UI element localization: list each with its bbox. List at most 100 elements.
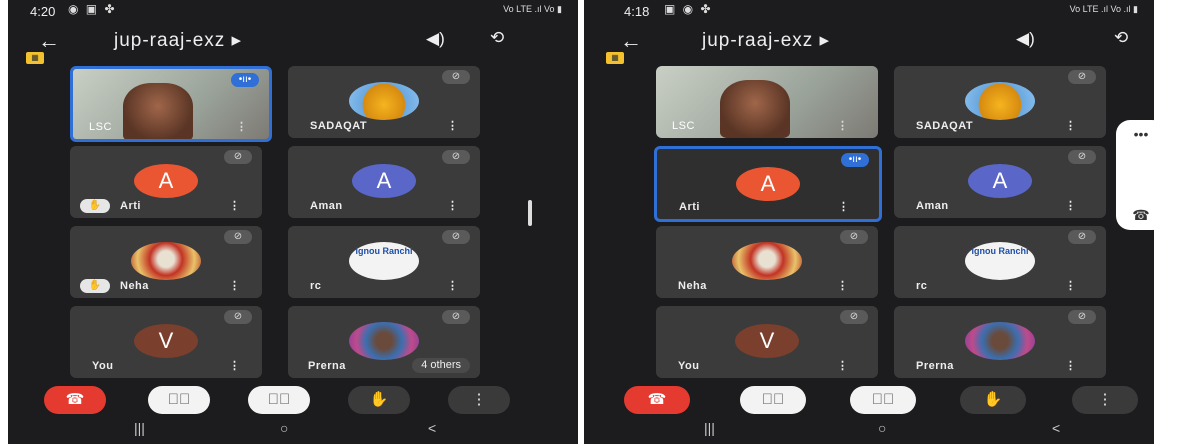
participant-name: SADAQAT xyxy=(916,120,974,132)
raise-hand-button[interactable]: ✋ xyxy=(960,386,1026,414)
avatar: A xyxy=(134,164,198,198)
speaking-indicator-icon: •ıı• xyxy=(841,153,869,167)
participant-tile-neha[interactable]: ⊘ Neha ⋮ xyxy=(656,226,878,298)
mic-muted-icon: ⊘ xyxy=(224,230,252,244)
signal-icons: Vo LTE .ıl Vo ▮ xyxy=(503,4,562,14)
participant-tile-arti[interactable]: A •ıı• Arti ⋮ xyxy=(654,146,882,222)
tile-more-icon[interactable]: ⋮ xyxy=(229,279,240,292)
left-phone-screen: 4:20 ◉ ▣ ✤ Vo LTE .ıl Vo ▮ ← jup-raaj-ex… xyxy=(8,0,578,444)
speaking-indicator-icon: •ıı• xyxy=(231,73,259,87)
mic-muted-icon: ⊘ xyxy=(840,230,868,244)
tile-more-icon[interactable]: ⋮ xyxy=(447,119,458,132)
home-nav-icon[interactable]: ○ xyxy=(878,420,886,436)
tile-more-icon[interactable]: ⋮ xyxy=(1065,119,1076,132)
tile-more-icon[interactable]: ⋮ xyxy=(1065,199,1076,212)
participant-name: Arti xyxy=(120,200,141,212)
participant-tile-lsc[interactable]: •ıı• LSC ⋮ xyxy=(70,66,272,142)
recents-nav-icon[interactable]: ||| xyxy=(704,420,715,436)
captions-badge-icon: ▦ xyxy=(26,52,44,64)
participant-tile-rc[interactable]: ignou Ranchi ⊘ rc ⋮ xyxy=(288,226,480,298)
participant-tile-prerna[interactable]: ⊘ Prerna ⋮ xyxy=(894,306,1106,378)
mic-off-button[interactable]: 🎙⃥ xyxy=(248,386,310,414)
tile-more-icon[interactable]: ⋮ xyxy=(447,279,458,292)
raised-hand-icon: ✋ xyxy=(80,279,110,293)
tile-more-icon[interactable]: ⋮ xyxy=(229,199,240,212)
profile-photo xyxy=(349,322,419,360)
signal-icons: Vo LTE .ıl Vo .ıl ▮ xyxy=(1069,4,1138,14)
participant-tile-arti[interactable]: A ⊘ ✋ Arti ⋮ xyxy=(70,146,262,218)
back-nav-icon[interactable]: < xyxy=(428,420,436,436)
participant-name: Aman xyxy=(916,200,949,212)
mic-muted-icon: ⊘ xyxy=(224,150,252,164)
more-dots-icon[interactable]: ••• xyxy=(1116,126,1154,142)
home-nav-icon[interactable]: ○ xyxy=(280,420,288,436)
mic-muted-icon: ⊘ xyxy=(1068,310,1096,324)
participant-tile-prerna[interactable]: ⊘ Prerna 4 others xyxy=(288,306,480,378)
participant-tile-sadaqat[interactable]: ⊘ SADAQAT ⋮ xyxy=(894,66,1106,138)
participant-tile-you[interactable]: V ⊘ You ⋮ xyxy=(656,306,878,378)
mic-muted-icon: ⊘ xyxy=(442,310,470,324)
participant-tile-sadaqat[interactable]: ⊘ SADAQAT ⋮ xyxy=(288,66,480,138)
participant-tile-you[interactable]: V ⊘ You ⋮ xyxy=(70,306,262,378)
tile-more-icon[interactable]: ⋮ xyxy=(447,199,458,212)
tile-more-icon[interactable]: ⋮ xyxy=(1065,279,1076,292)
speaker-icon[interactable]: ◀) xyxy=(1016,29,1035,49)
tile-more-icon[interactable]: ⋮ xyxy=(837,359,848,372)
ignou-logo: ignou Ranchi xyxy=(349,242,419,280)
back-arrow-icon[interactable]: ← xyxy=(38,28,60,54)
speaker-icon[interactable]: ◀) xyxy=(426,29,445,49)
participant-tile-aman[interactable]: A ⊘ Aman ⋮ xyxy=(288,146,480,218)
tile-more-icon[interactable]: ⋮ xyxy=(229,359,240,372)
participant-tile-lsc[interactable]: LSC ⋮ xyxy=(656,66,878,138)
participant-name: Arti xyxy=(679,201,700,213)
status-time: 4:20 xyxy=(30,4,56,19)
status-time: 4:18 xyxy=(624,4,650,19)
more-options-button[interactable]: ⋮ xyxy=(448,386,510,414)
profile-photo xyxy=(349,82,419,120)
back-nav-icon[interactable]: < xyxy=(1052,420,1060,436)
meeting-header: ← jup-raaj-exz ▸ ◀) ⟲ xyxy=(584,24,1154,58)
back-arrow-icon[interactable]: ← xyxy=(620,28,642,54)
scrollbar[interactable] xyxy=(528,200,532,226)
meeting-title[interactable]: jup-raaj-exz ▸ xyxy=(114,29,242,52)
mic-muted-icon: ⊘ xyxy=(1068,150,1096,164)
ignou-logo: ignou Ranchi xyxy=(965,242,1035,280)
participant-video-face xyxy=(720,80,790,138)
participant-tile-neha[interactable]: ⊘ ✋ Neha ⋮ xyxy=(70,226,262,298)
recents-nav-icon[interactable]: ||| xyxy=(134,420,145,436)
tile-more-icon[interactable]: ⋮ xyxy=(1065,359,1076,372)
right-phone-screen: 4:18 ▣ ◉ ✤ Vo LTE .ıl Vo .ıl ▮ ← jup-raa… xyxy=(584,0,1154,444)
meeting-title[interactable]: jup-raaj-exz ▸ xyxy=(702,29,830,52)
end-call-button[interactable]: ☎ xyxy=(624,386,690,414)
mic-muted-icon: ⊘ xyxy=(224,310,252,324)
participant-name: You xyxy=(678,360,700,372)
meeting-header: ← jup-raaj-exz ▸ ◀) ⟲ xyxy=(8,24,578,58)
end-call-button[interactable]: ☎ xyxy=(44,386,106,414)
participant-name: LSC xyxy=(89,121,112,133)
camera-off-button[interactable]: ▭⃥ xyxy=(148,386,210,414)
floating-side-panel[interactable]: ••• ☎ xyxy=(1116,120,1154,230)
avatar: A xyxy=(352,164,416,198)
more-options-button[interactable]: ⋮ xyxy=(1072,386,1138,414)
tile-more-icon[interactable]: ⋮ xyxy=(236,120,247,133)
camera-off-button[interactable]: ▭⃥ xyxy=(740,386,806,414)
switch-camera-icon[interactable]: ⟲ xyxy=(1114,28,1128,48)
participant-tile-rc[interactable]: ignou Ranchi ⊘ rc ⋮ xyxy=(894,226,1106,298)
others-count-badge[interactable]: 4 others xyxy=(412,358,470,373)
tile-more-icon[interactable]: ⋮ xyxy=(837,119,848,132)
raised-hand-icon: ✋ xyxy=(80,199,110,213)
tile-more-icon[interactable]: ⋮ xyxy=(838,200,849,213)
profile-photo xyxy=(965,322,1035,360)
mic-muted-icon: ⊘ xyxy=(1068,230,1096,244)
tile-more-icon[interactable]: ⋮ xyxy=(837,279,848,292)
profile-photo xyxy=(732,242,802,280)
switch-camera-icon[interactable]: ⟲ xyxy=(490,28,504,48)
participant-name: Neha xyxy=(120,280,149,292)
raise-hand-button[interactable]: ✋ xyxy=(348,386,410,414)
call-icon[interactable]: ☎ xyxy=(1116,207,1154,224)
mic-off-button[interactable]: 🎙⃥ xyxy=(850,386,916,414)
profile-photo xyxy=(965,82,1035,120)
participant-tile-aman[interactable]: A ⊘ Aman ⋮ xyxy=(894,146,1106,218)
mic-muted-icon: ⊘ xyxy=(442,70,470,84)
participant-name: Aman xyxy=(310,200,343,212)
